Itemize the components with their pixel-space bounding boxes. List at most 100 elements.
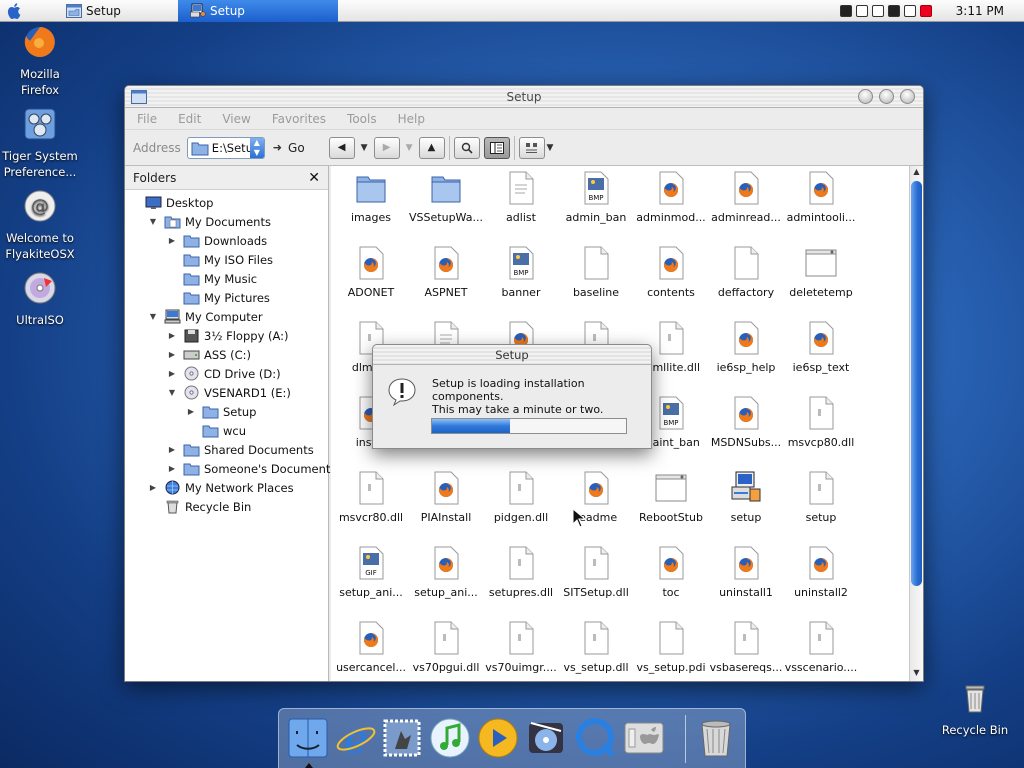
expand-arrow-icon[interactable]: ▶ (167, 350, 177, 359)
monitor-icon[interactable] (887, 5, 900, 17)
back-button[interactable]: ◀ (328, 136, 355, 159)
tree-item[interactable]: Recycle Bin (148, 497, 251, 516)
file-item[interactable]: images (333, 171, 409, 224)
apple-menu-icon[interactable] (0, 0, 28, 22)
quicktime-play-icon[interactable] (475, 715, 521, 761)
desktop-icon-recycle-bin[interactable]: Recycle Bin (935, 680, 1015, 738)
forward-button[interactable]: ▶ (373, 136, 400, 159)
expand-arrow-icon[interactable]: ▶ (167, 331, 177, 340)
taskbar-item-setup-explorer[interactable]: Setup (28, 0, 178, 22)
address-combobox[interactable]: E:\Setup ▲▼ (186, 136, 265, 159)
desktop-icon-firefox[interactable]: Mozilla Firefox (0, 24, 80, 98)
file-item[interactable]: vsbasereqs... (708, 621, 784, 674)
network-status-icon[interactable] (855, 5, 868, 17)
back-history-dropdown[interactable]: ▼ (361, 143, 368, 153)
file-item[interactable]: admintooli... (783, 171, 859, 224)
internet-explorer-icon[interactable]: e (333, 715, 379, 761)
file-item[interactable]: vs_setup.dll (558, 621, 634, 674)
forward-history-dropdown[interactable]: ▼ (406, 143, 413, 153)
scroll-up-arrow[interactable]: ▲ (910, 167, 923, 179)
close-folders-pane-icon[interactable]: ✕ (308, 170, 320, 186)
views-button[interactable] (518, 136, 545, 159)
file-item[interactable]: setup (708, 471, 784, 524)
window-titlebar[interactable]: Setup (125, 86, 923, 108)
file-item[interactable]: deffactory (708, 246, 784, 299)
expand-arrow-icon[interactable]: ▶ (167, 369, 177, 378)
collapse-arrow-icon[interactable]: ▼ (167, 388, 177, 397)
close-button[interactable] (900, 89, 915, 104)
tree-item[interactable]: ▶ ASS (C:) (167, 345, 251, 364)
expand-arrow-icon[interactable]: ▶ (167, 236, 177, 245)
expand-arrow-icon[interactable]: ▶ (186, 407, 196, 416)
minimize-button[interactable] (858, 89, 873, 104)
file-item[interactable]: uninstall1 (708, 546, 784, 599)
tree-item[interactable]: Desktop (129, 193, 213, 212)
file-item[interactable]: GIF setup_ani... (333, 546, 409, 599)
tree-item[interactable]: ▶ CD Drive (D:) (167, 364, 281, 383)
file-item[interactable]: MSDNSubs... (708, 396, 784, 449)
desktop-icon-ultraiso[interactable]: UltraISO (0, 270, 80, 328)
collapse-arrow-icon[interactable]: ▼ (148, 217, 158, 226)
file-item[interactable]: toc (633, 546, 709, 599)
desktop-icon-welcome-flyakiteosx[interactable]: @ Welcome to FlyakiteOSX (0, 188, 80, 262)
antivirus-shield-icon[interactable] (919, 5, 932, 17)
file-item[interactable]: BMP admin_ban (558, 171, 634, 224)
go-button[interactable]: ➜ Go (273, 141, 305, 155)
up-folder-button[interactable]: ▲ (418, 136, 445, 159)
dvd-player-icon[interactable] (523, 715, 569, 761)
taskbar-item-setup-installer[interactable]: Setup (178, 0, 338, 22)
display-icon[interactable] (871, 5, 884, 17)
tree-item[interactable]: ▶ My Network Places (148, 478, 294, 497)
menubar-clock[interactable]: 3:11 PM (956, 4, 1004, 18)
file-item[interactable]: adminmod... (633, 171, 709, 224)
tree-item[interactable]: My Music (167, 269, 257, 288)
file-item[interactable]: pidgen.dll (483, 471, 559, 524)
file-item[interactable]: uninstall2 (783, 546, 859, 599)
file-item[interactable]: vs70uimgr.... (483, 621, 559, 674)
file-item[interactable]: setup (783, 471, 859, 524)
file-item[interactable]: ie6sp_help (708, 321, 784, 374)
menu-edit[interactable]: Edit (178, 112, 201, 126)
mail-stamp-icon[interactable] (379, 715, 425, 761)
search-button[interactable] (453, 136, 480, 159)
dialog-title[interactable]: Setup (373, 345, 651, 365)
file-item[interactable]: adminread... (708, 171, 784, 224)
file-item[interactable]: vsscenario.... (783, 621, 859, 674)
system-preferences-dock-icon[interactable] (621, 715, 667, 761)
tree-item[interactable]: ▼ My Computer (148, 307, 263, 326)
file-item[interactable]: setup_ani... (408, 546, 484, 599)
file-item[interactable]: readme (558, 471, 634, 524)
menu-tools[interactable]: Tools (347, 112, 377, 126)
file-item[interactable]: usercancel... (333, 621, 409, 674)
tree-item[interactable]: ▶ Someone's Documents (167, 459, 336, 478)
expand-arrow-icon[interactable]: ▶ (167, 445, 177, 454)
itunes-icon[interactable] (427, 715, 473, 761)
tree-item[interactable]: ▶ Downloads (167, 231, 267, 250)
file-item[interactable]: BMP banner (483, 246, 559, 299)
menu-help[interactable]: Help (398, 112, 425, 126)
security-icon[interactable] (903, 5, 916, 17)
address-dropdown-arrows[interactable]: ▲ ▼ (249, 137, 264, 158)
file-item[interactable]: adlist (483, 171, 559, 224)
tree-item[interactable]: My ISO Files (167, 250, 273, 269)
file-item[interactable]: vs70pgui.dll (408, 621, 484, 674)
file-item[interactable]: ASPNET (408, 246, 484, 299)
file-item[interactable]: RebootStub (633, 471, 709, 524)
file-item[interactable]: ADONET (333, 246, 409, 299)
tree-item[interactable]: ▶ 3½ Floppy (A:) (167, 326, 289, 345)
tree-item[interactable]: ▼ My Documents (148, 212, 271, 231)
file-item[interactable]: PIAInstall (408, 471, 484, 524)
battery-icon[interactable] (839, 5, 852, 17)
tree-item[interactable]: wcu (186, 421, 246, 440)
menu-favorites[interactable]: Favorites (272, 112, 326, 126)
expand-arrow-icon[interactable]: ▶ (167, 464, 177, 473)
scrollbar-thumb[interactable] (911, 181, 922, 586)
tree-item[interactable]: ▶ Setup (186, 402, 256, 421)
vertical-scrollbar[interactable]: ▲ ▼ (909, 166, 923, 681)
scroll-down-arrow[interactable]: ▼ (910, 668, 923, 680)
file-item[interactable]: baseline (558, 246, 634, 299)
file-item[interactable]: msvcp80.dll (783, 396, 859, 449)
file-item[interactable]: contents (633, 246, 709, 299)
tree-item[interactable]: ▼ VSENARD1 (E:) (167, 383, 291, 402)
maximize-button[interactable] (879, 89, 894, 104)
